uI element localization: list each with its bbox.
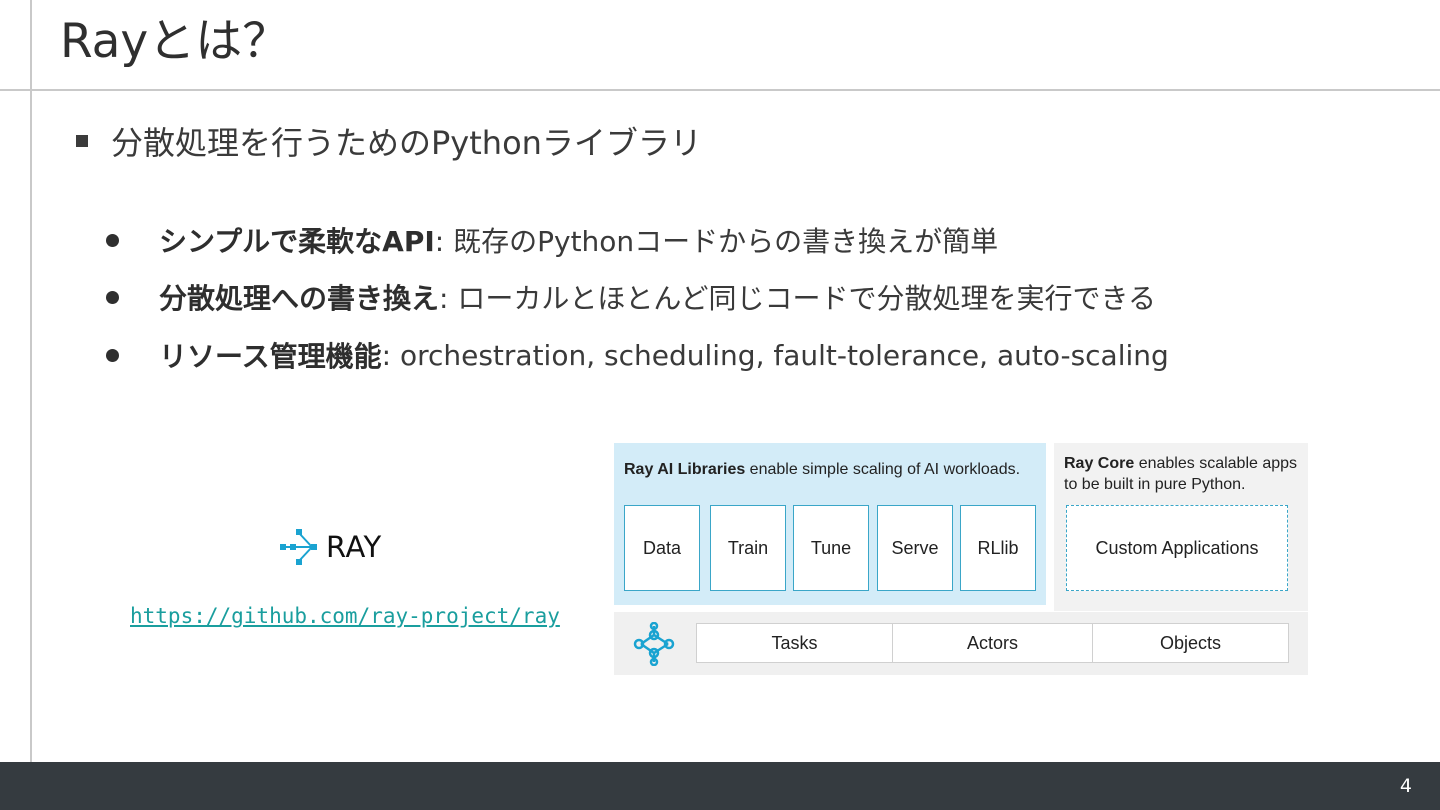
sub-bullet-api: シンプルで柔軟なAPI : 既存のPythonコードからの書き換えが簡単 [106, 218, 998, 262]
core-caption: Ray Core enables scalable apps to be bui… [1064, 453, 1304, 495]
library-box-train: Train [710, 505, 786, 591]
primitive-objects: Objects [1159, 632, 1222, 653]
ray-core-panel: Ray Core enables scalable apps to be bui… [1054, 443, 1308, 611]
ray-architecture-diagram: Ray AI Libraries enable simple scaling o… [614, 443, 1308, 675]
sub-bullet-resource: リソース管理機能 : orchestration, scheduling, fa… [106, 333, 1169, 377]
footer-bar: 4 [0, 762, 1440, 810]
core-caption-bold: Ray Core [1064, 455, 1135, 472]
left-divider-line [30, 0, 32, 762]
libs-caption-rest: enable simple scaling of AI workloads. [745, 461, 1021, 478]
dot-bullet-icon [106, 348, 119, 362]
ray-core-icon [633, 622, 675, 666]
dot-bullet-icon [106, 233, 119, 247]
square-bullet-icon [76, 135, 88, 147]
primitive-tasks: Tasks [697, 624, 893, 662]
sub-bullet-text: : 既存のPythonコードからの書き換えが簡単 [434, 225, 999, 258]
sub-bullet-text: : orchestration, scheduling, fault-toler… [381, 338, 1169, 372]
ray-ai-libraries-panel: Ray AI Libraries enable simple scaling o… [614, 443, 1046, 605]
github-link[interactable]: https://github.com/ray-project/ray [130, 604, 560, 628]
page-number: 4 [1399, 775, 1412, 797]
custom-applications-box: Custom Applications [1066, 505, 1288, 591]
title-divider-line [0, 89, 1440, 91]
library-box-data: Data [624, 505, 700, 591]
libs-caption-bold: Ray AI Libraries [624, 461, 746, 478]
primitive-actors: Actors [893, 624, 1093, 662]
library-box-serve: Serve [877, 505, 953, 591]
library-box-tune: Tune [793, 505, 869, 591]
sub-bullet-heading: シンプルで柔軟なAPI [159, 225, 435, 258]
ray-logo-icon [280, 529, 317, 565]
ray-logo: RAY [278, 526, 382, 568]
primitives-table: Tasks Actors Objects [696, 623, 1289, 663]
library-box-rllib: RLlib [960, 505, 1036, 591]
sub-bullet-heading: リソース管理機能 [159, 340, 382, 373]
sub-bullet-heading: 分散処理への書き換え [159, 282, 440, 315]
main-bullet-text: 分散処理を行うためのPythonライブラリ [111, 124, 702, 162]
ray-core-primitives-bar: Tasks Actors Objects [614, 612, 1308, 675]
sub-bullet-distributed: 分散処理への書き換え : ローカルとほとんど同じコードで分散処理を実行できる [106, 275, 1156, 319]
sub-bullet-text: : ローカルとほとんど同じコードで分散処理を実行できる [439, 282, 1156, 315]
ray-logo-text: RAY [326, 530, 382, 564]
slide-title: Rayとは？ [60, 14, 290, 69]
main-bullet: 分散処理を行うためのPythonライブラリ [76, 118, 702, 164]
dot-bullet-icon [106, 290, 119, 304]
libs-caption: Ray AI Libraries enable simple scaling o… [624, 461, 1020, 479]
